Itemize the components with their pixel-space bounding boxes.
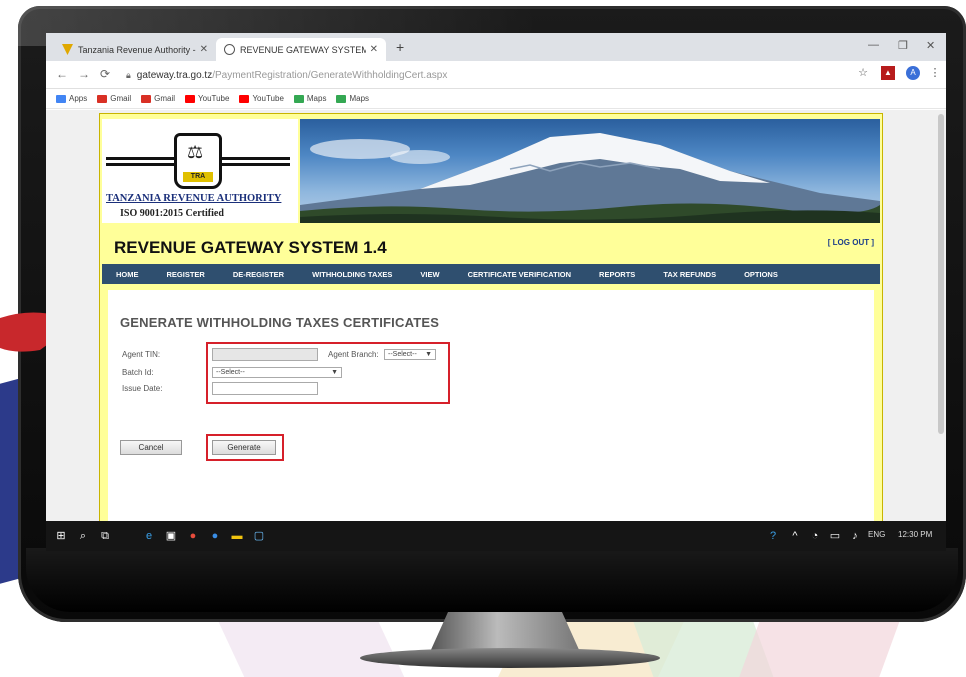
bookmark-gmail[interactable]: Gmail: [97, 94, 131, 103]
main-menu: HOME REGISTER DE-REGISTER WITHHOLDING TA…: [102, 264, 880, 284]
store-icon[interactable]: ▣: [164, 529, 178, 543]
browser-toolbar: ← → ⟳ 🔒︎ gateway.tra.go.tz/PaymentRegist…: [46, 61, 946, 89]
emblem-label: TRA: [183, 172, 213, 182]
menu-item-tax-refunds[interactable]: TAX REFUNDS: [649, 270, 730, 279]
youtube-icon: [185, 94, 196, 103]
page-title: GENERATE WITHHOLDING TAXES CERTIFICATES: [120, 315, 440, 330]
windows-start-icon[interactable]: ⊞: [54, 529, 68, 543]
maps-icon: [336, 94, 347, 103]
apps-grid-icon: [56, 94, 66, 103]
address-bar[interactable]: 🔒︎ gateway.tra.go.tz/PaymentRegistration…: [126, 66, 826, 84]
scales-icon: ⚖: [187, 142, 204, 162]
cancel-button[interactable]: Cancel: [120, 440, 182, 455]
search-icon[interactable]: ⌕: [76, 529, 90, 543]
lock-icon: 🔒︎: [126, 69, 131, 80]
close-tab-icon[interactable]: ✕: [200, 44, 208, 55]
menu-item-withholding-taxes[interactable]: WITHHOLDING TAXES: [298, 270, 406, 279]
url-host: gateway.tra.go.tz: [136, 69, 213, 81]
iso-certification: ISO 9001:2015 Certified: [120, 208, 224, 219]
highlight-box-generate: [206, 434, 284, 461]
pdf-extension-icon[interactable]: ▲: [881, 66, 895, 80]
battery-icon[interactable]: ▭: [828, 529, 842, 543]
minimize-icon[interactable]: —: [868, 39, 879, 51]
menu-dots-icon[interactable]: ⋮: [928, 66, 942, 80]
clock[interactable]: 12:30 PM: [898, 530, 932, 539]
menu-item-home[interactable]: HOME: [102, 270, 153, 279]
windows-taskbar: ⊞ ⌕ ⧉ e ▣ ● ● ▬ ▢ ? ^ ◔ ▭ ♪ ENG 12:30 PM: [46, 521, 946, 551]
bookmark-maps[interactable]: Maps: [293, 94, 326, 103]
browser-tab-active[interactable]: REVENUE GATEWAY SYSTEM ✕: [216, 38, 386, 61]
tra-emblem-icon: ⚖ TRA: [174, 133, 222, 189]
menu-item-options[interactable]: OPTIONS: [730, 270, 792, 279]
menu-item-de-register[interactable]: DE-REGISTER: [219, 270, 298, 279]
bookmarks-bar: Apps Gmail Gmail YouTube YouTube Maps Ma…: [46, 89, 946, 109]
menu-item-view[interactable]: VIEW: [406, 270, 453, 279]
highlight-box-fields: [206, 342, 450, 404]
url-path: /PaymentRegistration/GenerateWithholding…: [212, 69, 448, 81]
mountain-illustration: [300, 133, 880, 223]
form-panel: GENERATE WITHHOLDING TAXES CERTIFICATES …: [108, 290, 874, 521]
browser-tab[interactable]: Tanzania Revenue Authority - H ✕: [54, 38, 216, 61]
screen: Tanzania Revenue Authority - H ✕ REVENUE…: [46, 33, 946, 551]
edge-icon[interactable]: e: [142, 529, 156, 543]
gmail-icon: [97, 94, 108, 103]
page-viewport: ⚖ TRA TANZANIA REVENUE AUTHORITY ISO 900…: [46, 110, 946, 521]
new-tab-icon[interactable]: +: [396, 39, 404, 55]
close-tab-icon[interactable]: ✕: [370, 44, 378, 55]
close-window-icon[interactable]: ✕: [926, 39, 935, 52]
bookmark-youtube[interactable]: YouTube: [239, 94, 284, 103]
forward-icon[interactable]: →: [78, 67, 90, 81]
volume-icon[interactable]: ♪: [848, 529, 862, 543]
page-scrollbar[interactable]: [938, 114, 944, 434]
monitor-stand-base: [360, 648, 660, 668]
kilimanjaro-banner-image: [300, 119, 880, 223]
agent-tin-label: Agent TIN:: [122, 350, 161, 359]
org-name: TANZANIA REVENUE AUTHORITY: [106, 193, 282, 204]
bookmark-youtube[interactable]: YouTube: [185, 94, 229, 103]
tra-logo: ⚖ TRA TANZANIA REVENUE AUTHORITY ISO 900…: [102, 119, 298, 223]
globe-icon: [224, 44, 235, 55]
help-icon[interactable]: ?: [766, 529, 780, 543]
browser-tab-bar: Tanzania Revenue Authority - H ✕ REVENUE…: [46, 33, 946, 61]
logout-link[interactable]: [ LOG OUT ]: [828, 238, 874, 247]
tra-favicon-icon: [62, 44, 73, 55]
chrome-icon[interactable]: ●: [186, 529, 200, 543]
window-app-icon[interactable]: ▢: [252, 529, 266, 543]
tab-title: REVENUE GATEWAY SYSTEM: [240, 44, 366, 55]
reload-icon[interactable]: ⟳: [100, 67, 110, 81]
site-container: ⚖ TRA TANZANIA REVENUE AUTHORITY ISO 900…: [99, 113, 883, 521]
profile-avatar[interactable]: A: [906, 66, 920, 80]
file-explorer-icon[interactable]: ▬: [230, 529, 244, 543]
tray-chevron-icon[interactable]: ^: [788, 529, 802, 543]
maps-icon: [293, 94, 304, 103]
network-icon[interactable]: ◔: [808, 529, 822, 543]
app-icon[interactable]: ●: [208, 529, 222, 543]
menu-item-reports[interactable]: REPORTS: [585, 270, 649, 279]
bookmark-gmail[interactable]: Gmail: [141, 94, 175, 103]
monitor-chin: [26, 548, 958, 612]
gmail-icon: [141, 94, 152, 103]
issue-date-label: Issue Date:: [122, 384, 163, 393]
bookmark-star-icon[interactable]: ☆: [856, 66, 870, 80]
system-title: REVENUE GATEWAY SYSTEM 1.4: [114, 238, 387, 257]
bookmark-apps[interactable]: Apps: [56, 94, 87, 103]
menu-item-certificate-verification[interactable]: CERTIFICATE VERIFICATION: [454, 270, 585, 279]
task-view-icon[interactable]: ⧉: [98, 529, 112, 543]
language-indicator[interactable]: ENG: [868, 530, 885, 539]
youtube-icon: [239, 94, 250, 103]
back-icon[interactable]: ←: [56, 67, 68, 81]
monitor-stand-neck: [430, 612, 580, 652]
menu-item-register[interactable]: REGISTER: [153, 270, 219, 279]
batch-id-label: Batch Id:: [122, 368, 154, 377]
restore-icon[interactable]: ❐: [898, 39, 908, 52]
tab-title: Tanzania Revenue Authority - H: [78, 44, 196, 55]
bookmark-maps[interactable]: Maps: [336, 94, 369, 103]
